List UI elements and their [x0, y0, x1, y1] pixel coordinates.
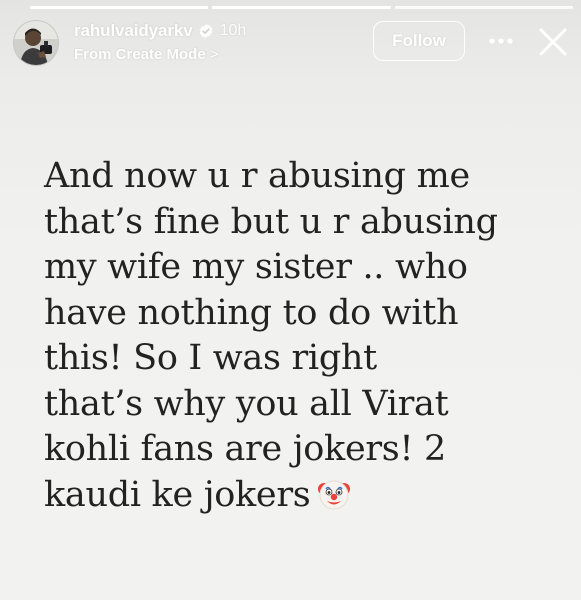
follow-button[interactable]: Follow	[373, 21, 465, 61]
username-row: rahulvaidyarkv 10h	[74, 20, 246, 42]
story-line: kaudi ke jokers	[44, 474, 311, 515]
story-line: And now u r abusing me	[44, 156, 470, 196]
story-line: my wife my sister .. who	[44, 247, 468, 287]
progress-segment	[212, 6, 391, 9]
avatar-image	[14, 21, 58, 65]
progress-fill	[212, 6, 391, 9]
story-line: have nothing to do with	[44, 292, 459, 333]
story-line: kohli fans are jokers! 2	[44, 429, 447, 469]
more-options-icon[interactable]	[486, 28, 516, 54]
avatar[interactable]	[13, 20, 59, 66]
story-line: that’s fine but u r abusing	[44, 201, 498, 242]
verified-badge-icon	[198, 23, 214, 39]
progress-segment	[30, 6, 209, 9]
progress-fill	[30, 6, 209, 9]
create-mode-label: From Create Mode	[74, 45, 206, 63]
chevron-right-icon: >	[209, 45, 219, 63]
story-view[interactable]: rahulvaidyarkv 10h From Create Mode > Fo…	[0, 0, 581, 600]
story-line: this! So I was right	[44, 338, 377, 378]
progress-segment	[394, 6, 573, 9]
username[interactable]: rahulvaidyarkv	[74, 21, 193, 41]
story-progress-bar	[30, 6, 573, 9]
create-mode-link[interactable]: From Create Mode >	[74, 44, 218, 64]
story-header: rahulvaidyarkv 10h From Create Mode > Fo…	[0, 16, 581, 66]
close-icon[interactable]	[536, 25, 570, 59]
story-line: that’s why you all Virat	[44, 383, 449, 424]
story-text: And now u r abusing me that’s fine but u…	[44, 154, 554, 518]
post-time: 10h	[219, 22, 247, 39]
clown-face-icon	[316, 476, 352, 512]
